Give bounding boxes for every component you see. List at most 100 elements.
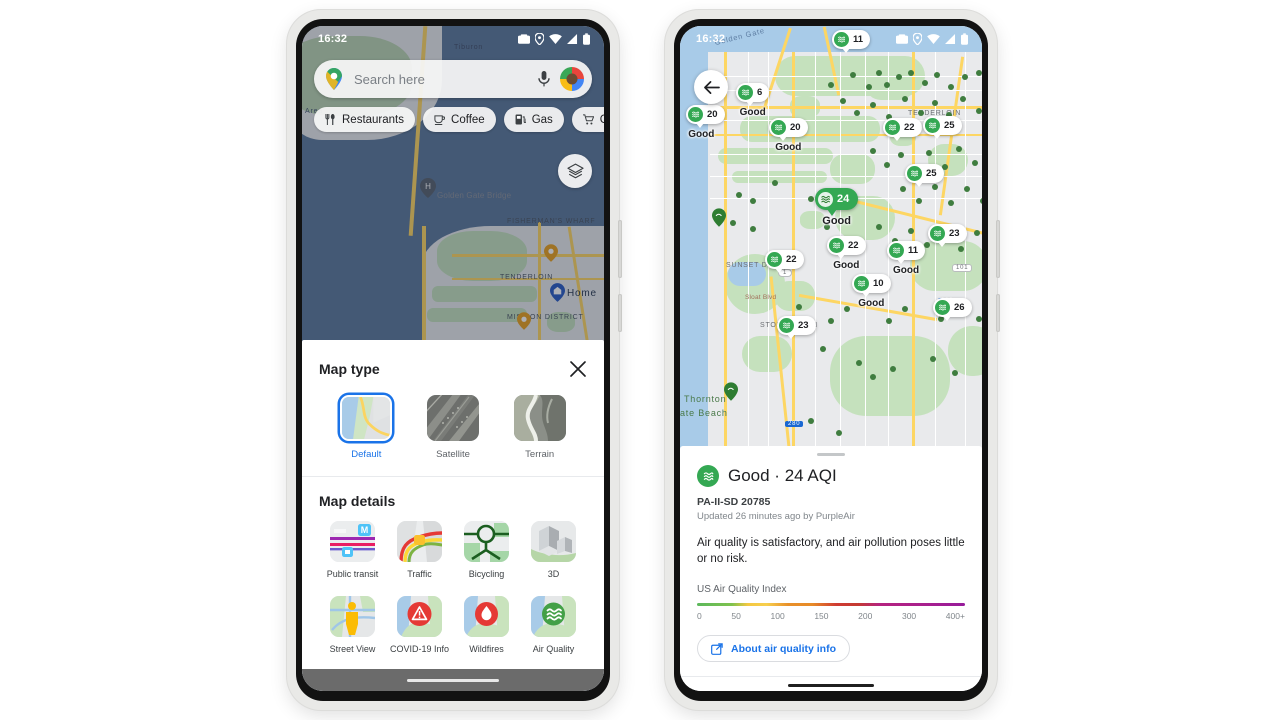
map-type-default[interactable]: Default bbox=[323, 395, 410, 460]
aqi-category-label: Good bbox=[822, 215, 851, 227]
aq-tick: 0 bbox=[697, 611, 702, 622]
aqi-marker[interactable]: 22 bbox=[883, 118, 922, 141]
aqi-marker[interactable]: 23 bbox=[777, 316, 816, 339]
aq-description: Air quality is satisfactory, and air pol… bbox=[697, 537, 965, 566]
navigation-bar-left bbox=[302, 669, 604, 691]
map-details-grid[interactable]: M Public transit Traffic Bicycling 3D St… bbox=[319, 521, 587, 672]
chip-label: Restaurants bbox=[342, 113, 405, 126]
aqi-marker[interactable]: 26 bbox=[933, 298, 972, 321]
aqi-marker[interactable]: 11 Good bbox=[887, 241, 926, 276]
bicycling-icon bbox=[464, 521, 509, 562]
detail-covid-19-info[interactable]: COVID-19 Info bbox=[386, 596, 453, 655]
wallet-icon bbox=[518, 33, 530, 44]
sheet-drag-handle[interactable] bbox=[817, 453, 845, 456]
category-chip-row[interactable]: Restaurants Coffee Gas Grocer bbox=[314, 107, 604, 132]
detail-street-view[interactable]: Street View bbox=[319, 596, 386, 655]
chip-gas[interactable]: Gas bbox=[503, 107, 564, 132]
map-type-terrain[interactable]: Terrain bbox=[496, 395, 583, 460]
location-icon bbox=[913, 33, 922, 45]
status-bar-left: 16:32 bbox=[302, 26, 604, 52]
power-button-right[interactable] bbox=[996, 220, 1000, 278]
detail-3d[interactable]: 3D bbox=[520, 521, 587, 580]
wildfires-icon bbox=[464, 596, 509, 638]
search-container: Search here bbox=[314, 60, 592, 98]
aqi-category-label: Good bbox=[892, 265, 920, 276]
navigation-bar-right bbox=[680, 679, 982, 691]
map-type-satellite[interactable]: Satellite bbox=[410, 395, 497, 460]
air-quality-icon bbox=[531, 596, 576, 638]
aqi-marker[interactable]: 22 Good bbox=[827, 236, 866, 271]
aq-tick: 200 bbox=[858, 611, 873, 622]
phone-bezel-right: Golden Gate TENDERLOIN SUNSET DISTRICT S… bbox=[674, 19, 988, 701]
aqi-marker[interactable]: 25 bbox=[905, 164, 944, 187]
volume-button-left[interactable] bbox=[618, 294, 622, 332]
map-details-title: Map details bbox=[319, 493, 396, 509]
google-maps-pin-icon bbox=[326, 68, 342, 90]
aqi-value: 22 bbox=[904, 122, 915, 133]
chip-coffee[interactable]: Coffee bbox=[423, 107, 496, 132]
street-view-icon bbox=[330, 596, 375, 638]
chip-grocer[interactable]: Grocer bbox=[571, 107, 604, 132]
user-avatar[interactable] bbox=[560, 67, 584, 91]
aqi-value: 22 bbox=[786, 254, 797, 265]
aq-tick: 300 bbox=[901, 611, 917, 622]
layers-icon bbox=[566, 163, 584, 178]
map-type-label: Satellite bbox=[436, 449, 470, 460]
detail-traffic[interactable]: Traffic bbox=[386, 521, 453, 580]
close-icon[interactable] bbox=[569, 360, 587, 378]
aq-tick: 100 bbox=[770, 611, 785, 622]
back-arrow-icon bbox=[703, 80, 720, 94]
aqi-category-label: Good bbox=[775, 142, 802, 153]
aqi-value: 23 bbox=[949, 228, 960, 239]
svg-text:M: M bbox=[361, 525, 369, 535]
aqi-marker[interactable]: 6 Good bbox=[736, 83, 770, 118]
home-gesture-pill[interactable] bbox=[788, 683, 874, 687]
aq-station-id: PA-II-SD 20785 bbox=[697, 496, 771, 508]
aq-tick: 50 bbox=[731, 611, 741, 622]
aqi-value: 22 bbox=[848, 240, 859, 251]
home-gesture-pill[interactable] bbox=[407, 678, 499, 682]
phone-screen-right: Golden Gate TENDERLOIN SUNSET DISTRICT S… bbox=[680, 26, 982, 691]
sheet-divider bbox=[302, 476, 604, 477]
aqi-value: 25 bbox=[944, 120, 955, 131]
aqi-marker[interactable]: 20 Good bbox=[769, 118, 808, 153]
phone-bezel-left: Tiburon Area Golden Gate Bridge FISHERMA… bbox=[296, 19, 610, 701]
map-terrain-thumbnail bbox=[513, 395, 566, 441]
aqi-marker-selected[interactable]: 24 Good bbox=[815, 188, 859, 227]
air-quality-detail-card: Good · 24 AQI PA-II-SD 20785 Updated 26 … bbox=[680, 446, 982, 691]
search-input[interactable]: Search here bbox=[314, 60, 592, 98]
microphone-icon[interactable] bbox=[538, 70, 550, 88]
park-marker-icon[interactable] bbox=[724, 382, 738, 401]
map-layers-button[interactable] bbox=[558, 154, 592, 188]
aqi-marker[interactable]: 22 bbox=[765, 250, 804, 273]
aq-card-header: Good · 24 AQI bbox=[697, 465, 965, 487]
status-bar-right: 16:32 bbox=[680, 26, 982, 52]
detail-air-quality[interactable]: Air Quality bbox=[520, 596, 587, 655]
aqi-marker[interactable]: 23 bbox=[928, 224, 967, 247]
power-button-left[interactable] bbox=[618, 220, 622, 278]
wallet-icon bbox=[896, 33, 908, 44]
aq-updated-text: Updated 26 minutes ago by PurpleAir bbox=[697, 511, 855, 522]
map-type-options[interactable]: Default Satellite Terrain bbox=[319, 395, 587, 460]
map-satellite-thumbnail bbox=[427, 395, 479, 441]
signal-icon bbox=[945, 34, 956, 44]
detail-wildfires[interactable]: Wildfires bbox=[453, 596, 520, 655]
back-button[interactable] bbox=[694, 70, 728, 104]
map-default-thumbnail bbox=[340, 395, 393, 441]
route-shield: 101 bbox=[952, 264, 973, 272]
aqi-marker[interactable]: 20 Good bbox=[686, 105, 725, 140]
park-marker-icon[interactable] bbox=[712, 208, 726, 227]
aqi-marker[interactable]: 25 bbox=[923, 116, 962, 139]
map-label: Sloat Blvd bbox=[745, 294, 777, 301]
aq-tick: 150 bbox=[814, 611, 829, 622]
phone-device-right: Golden Gate TENDERLOIN SUNSET DISTRICT S… bbox=[665, 10, 1000, 710]
chip-restaurants[interactable]: Restaurants bbox=[314, 107, 416, 132]
aqi-marker[interactable]: 10 Good bbox=[852, 274, 891, 309]
about-air-quality-info-button[interactable]: About air quality info bbox=[697, 635, 850, 663]
volume-button-right[interactable] bbox=[996, 294, 1000, 332]
detail-public-transit[interactable]: M Public transit bbox=[319, 521, 386, 580]
detail-bicycling[interactable]: Bicycling bbox=[453, 521, 520, 580]
aqi-value: 20 bbox=[707, 109, 718, 120]
open-in-new-icon bbox=[711, 642, 723, 655]
aqi-value: 20 bbox=[790, 122, 801, 133]
